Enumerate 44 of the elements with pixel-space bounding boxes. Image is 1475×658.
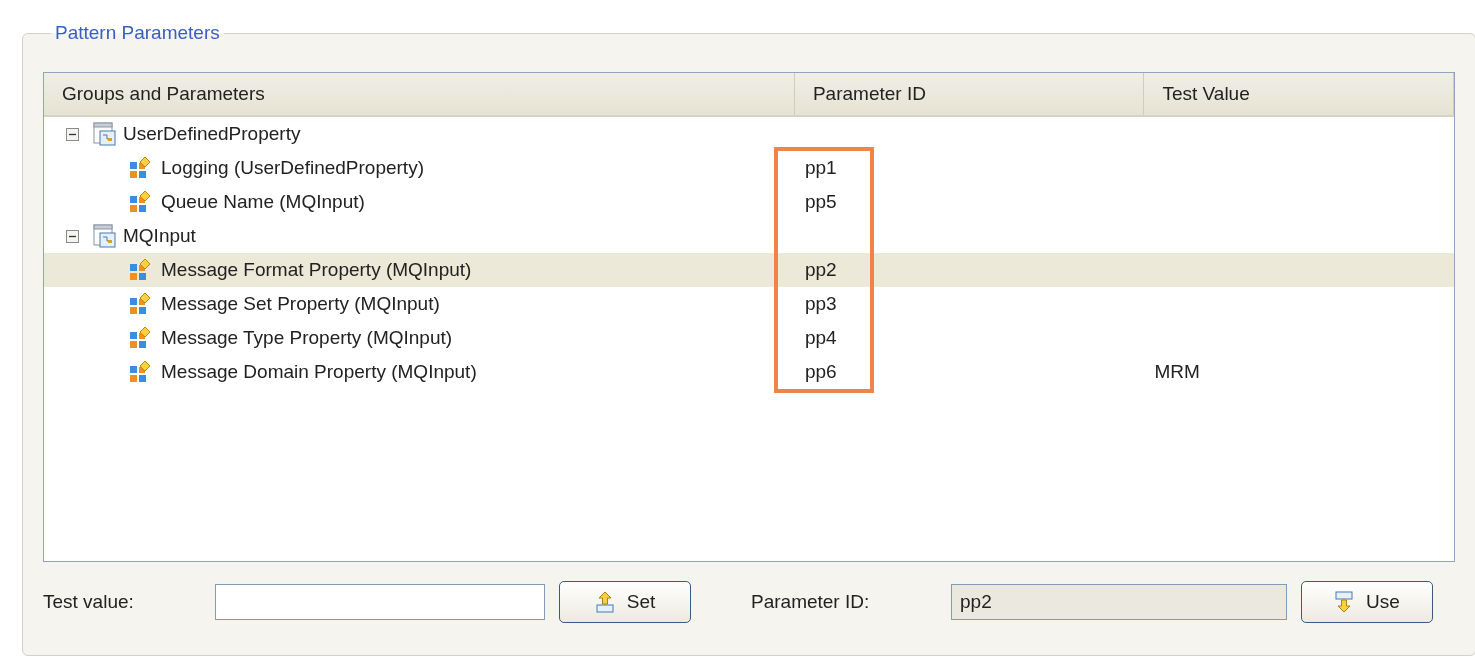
download-icon: [1334, 591, 1355, 613]
group-label: UserDefinedProperty: [123, 123, 301, 145]
test-value-field[interactable]: [215, 584, 545, 620]
parameter-icon: [129, 259, 151, 281]
parameter-label: Logging (UserDefinedProperty): [161, 157, 424, 179]
parameter-label: Message Format Property (MQInput): [161, 259, 472, 281]
parameter-icon: [129, 327, 151, 349]
parameter-icon: [129, 293, 151, 315]
parameter-id: pp6: [805, 361, 837, 382]
column-header[interactable]: Parameter ID: [794, 73, 1145, 115]
field-label: Test value:: [43, 591, 135, 613]
parameter-icon: [129, 191, 151, 213]
parameter-icon: [129, 157, 151, 179]
parameter-label: Message Type Property (MQInput): [161, 327, 453, 349]
group-label: MQInput: [123, 225, 196, 247]
tree-row[interactable]: Message Domain Property (MQInput) pp6 MRM: [44, 355, 1454, 389]
parameter-id: pp2: [805, 259, 837, 280]
parameter-label: Queue Name (MQInput): [161, 191, 365, 213]
tree-row[interactable]: Message Set Property (MQInput) pp3: [44, 287, 1454, 321]
tree-row[interactable]: MQInput: [44, 219, 1454, 253]
collapse-icon[interactable]: [66, 127, 79, 141]
collapse-icon[interactable]: [66, 229, 79, 243]
tree-row[interactable]: Message Format Property (MQInput) pp2: [44, 253, 1454, 287]
parameter-id: pp3: [805, 293, 837, 314]
tree-row[interactable]: UserDefinedProperty: [44, 117, 1454, 151]
parameter-label: Message Set Property (MQInput): [161, 293, 440, 315]
column-header[interactable]: Test Value: [1144, 73, 1454, 115]
test-value: MRM: [1154, 361, 1200, 382]
column-header[interactable]: Groups and Parameters: [44, 73, 795, 115]
table-icon: [93, 224, 117, 248]
use-button[interactable]: Use: [1301, 581, 1433, 623]
parameter-id: pp1: [805, 157, 837, 178]
parameter-id: pp4: [805, 327, 837, 348]
tree-row[interactable]: Logging (UserDefinedProperty) pp1: [44, 151, 1454, 185]
upload-icon: [594, 591, 615, 613]
parameter-icon: [129, 361, 151, 383]
tree-row[interactable]: Queue Name (MQInput) pp5: [44, 185, 1454, 219]
group-title: Pattern Parameters: [54, 22, 221, 44]
parameter-id: pp5: [805, 191, 837, 212]
parameter-label: Message Domain Property (MQInput): [161, 361, 477, 383]
field-label: Parameter ID:: [751, 591, 871, 613]
tree-row[interactable]: Message Type Property (MQInput) pp4: [44, 321, 1454, 355]
table-icon: [93, 122, 117, 146]
set-button[interactable]: Set: [559, 581, 691, 623]
